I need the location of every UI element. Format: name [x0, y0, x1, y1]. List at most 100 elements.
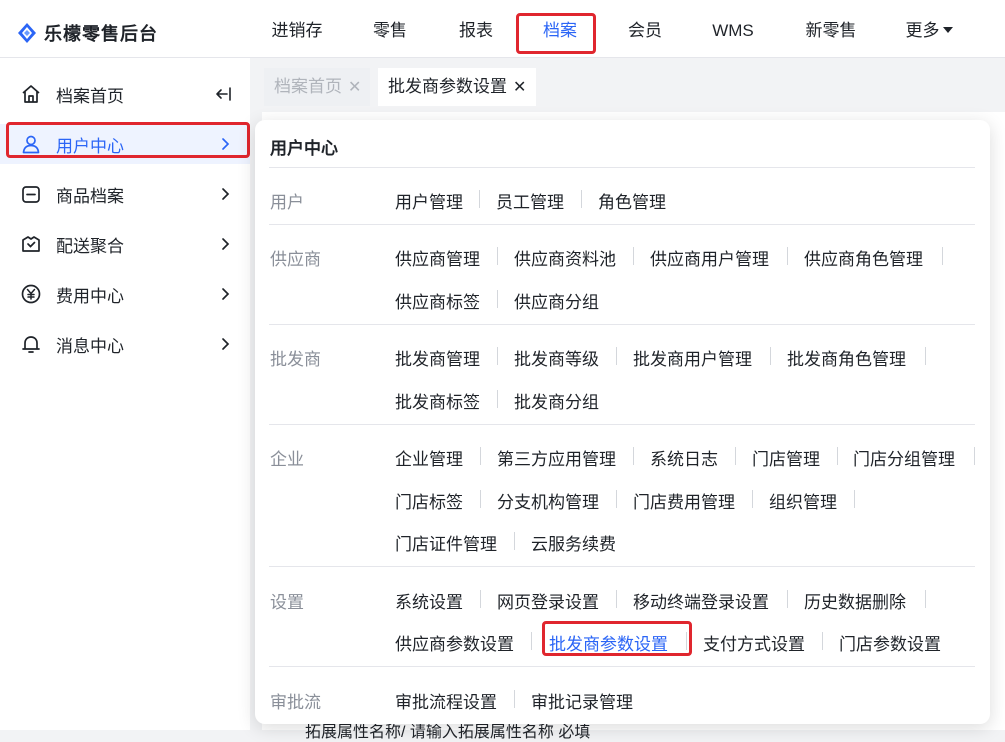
menu-link-web-login-settings[interactable]: 网页登录设置 — [497, 588, 599, 613]
bell-icon — [22, 336, 40, 353]
sidebar-item-messages[interactable]: 消息中心 — [0, 324, 250, 364]
divider — [514, 690, 515, 708]
divider — [480, 490, 481, 508]
menu-link-store-certificates[interactable]: 门店证件管理 — [395, 530, 497, 555]
divider — [735, 447, 736, 465]
menu-link-wholesaler-levels[interactable]: 批发商等级 — [514, 345, 599, 370]
tab-label: 档案首页 — [274, 77, 342, 96]
menu-link-store-expenses[interactable]: 门店费用管理 — [633, 488, 735, 513]
divider — [581, 190, 582, 208]
sidebar-item-home[interactable]: 档案首页 — [0, 74, 250, 114]
menu-link-role-management[interactable]: 角色管理 — [598, 188, 666, 213]
collapse-icon[interactable] — [214, 84, 234, 104]
app-title: 乐檬零售后台 — [44, 24, 158, 44]
yuan-icon — [21, 284, 41, 304]
divider — [942, 247, 943, 265]
menu-link-user-management[interactable]: 用户管理 — [395, 188, 463, 213]
delivery-icon — [22, 236, 40, 252]
menu-link-store-tags[interactable]: 门店标签 — [395, 488, 463, 513]
caret-down-icon — [942, 26, 953, 33]
divider — [787, 247, 788, 265]
divider — [514, 532, 515, 550]
nav-highlight-box — [516, 13, 596, 54]
tab-label: 批发商参数设置 — [388, 77, 507, 96]
menu-link-history-delete[interactable]: 历史数据删除 — [804, 588, 906, 613]
divider — [480, 590, 481, 608]
divider — [822, 632, 823, 650]
menu-link-supplier-params[interactable]: 供应商参数设置 — [395, 630, 514, 655]
group-label-settings: 设置 — [270, 593, 304, 612]
chevron-right-icon — [222, 338, 230, 350]
menu-link-enterprise-management[interactable]: 企业管理 — [395, 445, 463, 470]
divider — [787, 590, 788, 608]
sidebar-item-expenses[interactable]: 费用中心 — [0, 274, 250, 314]
menu-link-cloud-renewal[interactable]: 云服务续费 — [531, 530, 616, 555]
divider — [497, 347, 498, 365]
menu-link-system-settings[interactable]: 系统设置 — [395, 588, 463, 613]
sidebar-item-delivery[interactable]: 配送聚合 — [0, 224, 250, 264]
menu-link-store-management[interactable]: 门店管理 — [752, 445, 820, 470]
tab-archives-home[interactable]: 档案首页 ✕ — [264, 68, 370, 106]
close-icon[interactable]: ✕ — [513, 79, 526, 96]
menu-link-system-log[interactable]: 系统日志 — [650, 445, 718, 470]
nav-members[interactable]: 会员 — [615, 14, 675, 48]
nav-retail[interactable]: 零售 — [360, 14, 420, 48]
box-icon — [22, 186, 40, 203]
user-center-dropdown: 用户中心 用户 用户管理 员工管理 角色管理 供应商 供应商管理 供应商资料池 … — [255, 120, 990, 724]
sidebar-item-label: 消息中心 — [56, 336, 124, 356]
menu-link-supplier-tags[interactable]: 供应商标签 — [395, 288, 480, 313]
divider — [974, 447, 975, 465]
sidebar-item-label: 商品档案 — [56, 186, 124, 206]
nav-more[interactable]: 更多 — [898, 14, 960, 48]
nav-inventory[interactable]: 进销存 — [262, 14, 332, 48]
menu-link-mobile-login-settings[interactable]: 移动终端登录设置 — [633, 588, 769, 613]
divider — [854, 490, 855, 508]
app-logo[interactable]: 乐檬零售后台 — [16, 20, 158, 46]
divider — [616, 590, 617, 608]
chevron-right-icon — [222, 238, 230, 250]
divider — [686, 632, 687, 650]
nav-reports[interactable]: 报表 — [446, 14, 506, 48]
sidebar-highlight-box — [6, 122, 250, 158]
divider — [269, 566, 975, 567]
menu-link-approval-process[interactable]: 审批流程设置 — [395, 688, 497, 713]
group-label-users: 用户 — [270, 193, 304, 212]
menu-link-wholesaler-roles[interactable]: 批发商角色管理 — [787, 345, 906, 370]
sidebar-item-products[interactable]: 商品档案 — [0, 174, 250, 214]
divider — [925, 590, 926, 608]
group-label-suppliers: 供应商 — [270, 250, 321, 269]
divider — [752, 490, 753, 508]
menu-link-wholesaler-groups[interactable]: 批发商分组 — [514, 388, 599, 413]
menu-link-approval-records[interactable]: 审批记录管理 — [531, 688, 633, 713]
menu-link-branch-management[interactable]: 分支机构管理 — [497, 488, 599, 513]
menu-link-store-groups[interactable]: 门店分组管理 — [853, 445, 955, 470]
menu-link-supplier-management[interactable]: 供应商管理 — [395, 245, 480, 270]
divider — [480, 447, 481, 465]
chevron-right-icon — [222, 288, 230, 300]
logo-icon — [18, 23, 36, 43]
nav-more-label: 更多 — [905, 21, 940, 40]
divider — [497, 247, 498, 265]
tab-wholesaler-params[interactable]: 批发商参数设置 ✕ — [378, 68, 536, 106]
menu-link-supplier-roles[interactable]: 供应商角色管理 — [804, 245, 923, 270]
divider — [616, 490, 617, 508]
menu-link-org-management[interactable]: 组织管理 — [769, 488, 837, 513]
menu-link-supplier-groups[interactable]: 供应商分组 — [514, 288, 599, 313]
menu-link-supplier-users[interactable]: 供应商用户管理 — [650, 245, 769, 270]
menu-link-wholesaler-tags[interactable]: 批发商标签 — [395, 388, 480, 413]
nav-wms[interactable]: WMS — [700, 14, 766, 48]
divider — [770, 347, 771, 365]
nav-new-retail[interactable]: 新零售 — [796, 14, 866, 48]
menu-link-employee-management[interactable]: 员工管理 — [496, 188, 564, 213]
divider — [269, 224, 975, 225]
menu-link-wholesaler-users[interactable]: 批发商用户管理 — [633, 345, 752, 370]
menu-link-store-params[interactable]: 门店参数设置 — [839, 630, 941, 655]
menu-link-supplier-pool[interactable]: 供应商资料池 — [514, 245, 616, 270]
menu-link-payment-settings[interactable]: 支付方式设置 — [703, 630, 805, 655]
divider — [497, 290, 498, 308]
close-icon[interactable]: ✕ — [348, 79, 361, 96]
menu-link-wholesaler-management[interactable]: 批发商管理 — [395, 345, 480, 370]
menu-link-third-party-apps[interactable]: 第三方应用管理 — [497, 445, 616, 470]
sidebar-item-label: 档案首页 — [56, 86, 124, 106]
top-bar: 乐檬零售后台 进销存 零售 报表 档案 会员 WMS 新零售 更多 — [0, 0, 1005, 58]
